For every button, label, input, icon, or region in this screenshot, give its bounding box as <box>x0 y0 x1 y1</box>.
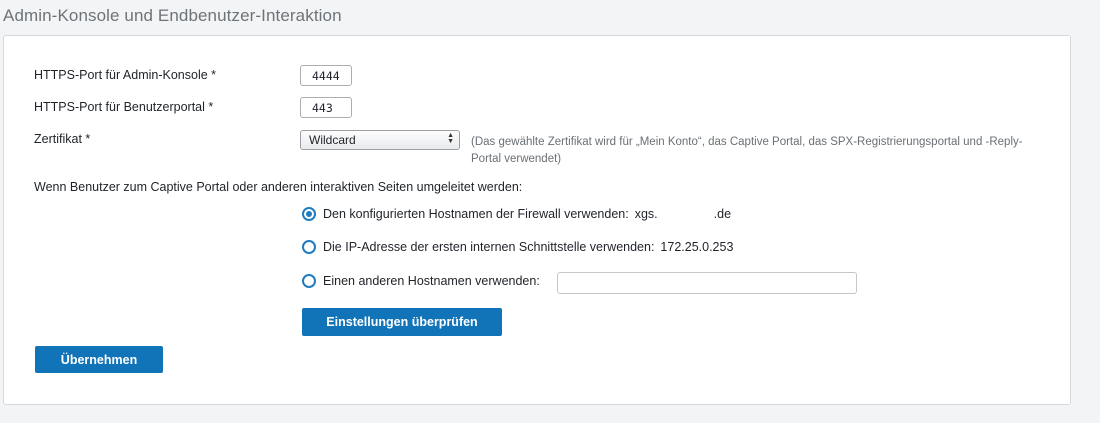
apply-button[interactable]: Übernehmen <box>35 346 163 373</box>
hostname-suffix: .de <box>713 207 732 221</box>
radio-other-hostname[interactable] <box>302 274 316 288</box>
admin-port-input[interactable] <box>300 65 352 86</box>
radio-hostname[interactable] <box>302 207 316 221</box>
admin-port-label: HTTPS-Port für Admin-Konsole * <box>34 68 217 82</box>
radio-ip-address[interactable] <box>302 240 316 254</box>
certificate-selected-value: Wildcard <box>309 133 356 147</box>
option-hostname[interactable]: Den konfigurierten Hostnamen der Firewal… <box>302 207 731 221</box>
user-port-label: HTTPS-Port für Benutzerportal * <box>34 100 214 114</box>
user-port-input[interactable] <box>300 97 352 118</box>
certificate-select[interactable]: Wildcard ▲ ▼ <box>300 130 460 150</box>
redirect-intro: Wenn Benutzer zum Captive Portal oder an… <box>34 180 523 194</box>
check-settings-button[interactable]: Einstellungen überprüfen <box>302 308 502 336</box>
option-other-hostname[interactable]: Einen anderen Hostnamen verwenden: <box>302 274 540 288</box>
option-ip-address[interactable]: Die IP-Adresse der ersten internen Schni… <box>302 240 733 254</box>
option-hostname-label: Den konfigurierten Hostnamen der Firewal… <box>323 207 629 221</box>
option-other-label: Einen anderen Hostnamen verwenden: <box>323 274 540 288</box>
page-title: Admin-Konsole und Endbenutzer-Interaktio… <box>3 6 342 25</box>
certificate-label: Zertifikat * <box>34 132 91 146</box>
settings-panel: HTTPS-Port für Admin-Konsole * HTTPS-Por… <box>3 35 1071 405</box>
certificate-hint: (Das gewählte Zertifikat wird für „Mein … <box>471 136 1023 165</box>
ip-address-value: 172.25.0.253 <box>660 240 734 254</box>
select-arrows-icon: ▲ ▼ <box>447 132 454 145</box>
hostname-prefix: xgs. <box>634 207 658 221</box>
option-ip-label: Die IP-Adresse der ersten internen Schni… <box>323 240 655 254</box>
other-hostname-input[interactable] <box>557 272 857 294</box>
